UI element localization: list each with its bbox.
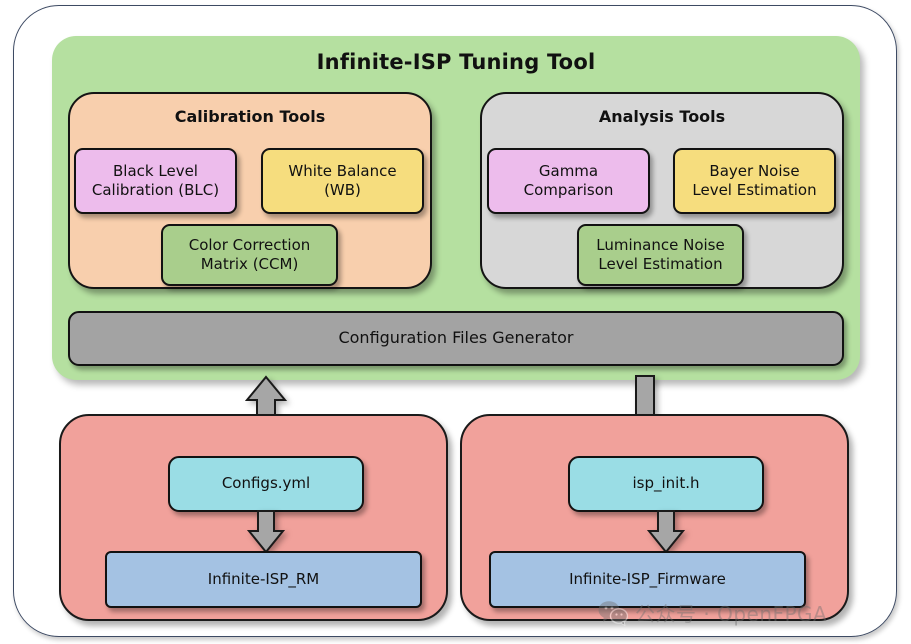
node-bayer-line1: Bayer Noise [709, 161, 800, 180]
node-luminance-noise-level-estimation[interactable]: Luminance Noise Level Estimation [577, 224, 744, 286]
node-isp-init-h-label: isp_init.h [632, 474, 700, 493]
node-luminance-line1: Luminance Noise [596, 235, 725, 254]
group-calibration-tools-title: Calibration Tools [174, 107, 326, 126]
node-configuration-files-generator-label: Configuration Files Generator [338, 328, 574, 348]
node-gamma-line2: Comparison [523, 181, 614, 199]
node-infinite-isp-firmware-label: Infinite-ISP_Firmware [569, 569, 726, 588]
node-configs-yml[interactable]: Configs.yml [168, 456, 364, 512]
node-luminance-line2: Level Estimation [598, 255, 723, 273]
arrow-isp-init-to-infinite-isp-firmware [646, 510, 686, 554]
node-ccm-line1: Color Correction [188, 235, 311, 254]
node-infinite-isp-rm-label: Infinite-ISP_RM [207, 569, 320, 588]
node-configuration-files-generator[interactable]: Configuration Files Generator [68, 311, 844, 366]
node-infinite-isp-firmware[interactable]: Infinite-ISP_Firmware [489, 551, 806, 608]
arrow-configs-to-infinite-isp-rm [246, 510, 286, 554]
group-analysis-tools-title: Analysis Tools [598, 107, 726, 126]
node-white-balance[interactable]: White Balance (WB) [261, 148, 424, 214]
node-bayer-line2: Level Estimation [692, 181, 817, 199]
node-wb-line1: White Balance [288, 161, 397, 180]
node-gamma-comparison[interactable]: Gamma Comparison [487, 148, 650, 214]
node-gamma-line1: Gamma [538, 161, 599, 180]
node-ccm-line2: Matrix (CCM) [200, 255, 299, 273]
node-wb-line2: (WB) [324, 181, 361, 199]
node-infinite-isp-rm[interactable]: Infinite-ISP_RM [105, 551, 422, 608]
node-isp-init-h[interactable]: isp_init.h [568, 456, 764, 512]
page-title: Infinite-ISP Tuning Tool [316, 50, 596, 74]
node-blc-line2: Calibration (BLC) [91, 181, 220, 199]
diagram-canvas: Infinite-ISP Tuning Tool Calibration Too… [0, 0, 911, 644]
node-configs-yml-label: Configs.yml [221, 474, 311, 493]
node-bayer-noise-level-estimation[interactable]: Bayer Noise Level Estimation [673, 148, 836, 214]
node-black-level-calibration[interactable]: Black Level Calibration (BLC) [74, 148, 237, 214]
node-color-correction-matrix[interactable]: Color Correction Matrix (CCM) [161, 224, 338, 286]
node-blc-line1: Black Level [113, 161, 198, 180]
